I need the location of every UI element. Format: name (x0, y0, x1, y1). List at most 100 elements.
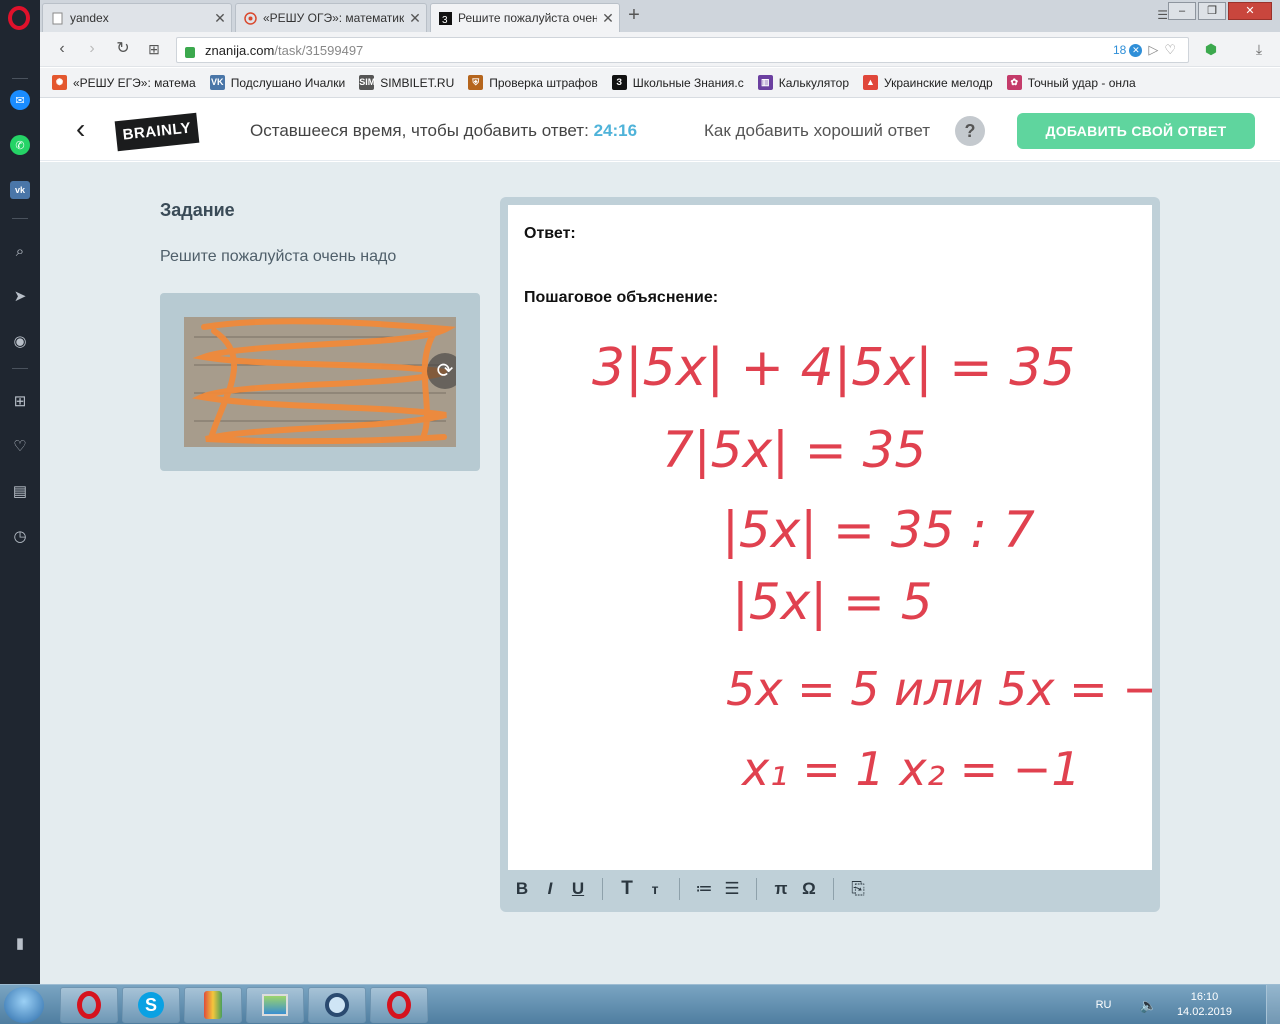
add-answer-button[interactable]: ДОБАВИТЬ СВОЙ ОТВЕТ (1017, 113, 1255, 149)
timer-value: 24:16 (593, 121, 638, 140)
editor-canvas[interactable]: Ответ: Пошаговое объяснение: 3|5x| + 4|5… (508, 205, 1152, 870)
bookmark-item[interactable]: ▲ Украинские мелодр (863, 75, 993, 90)
opera-logo-icon[interactable] (8, 6, 30, 30)
history-icon[interactable]: ◷ (9, 525, 31, 547)
sim-icon: SIM (359, 75, 375, 90)
bookmark-item[interactable]: SIM SIMBILET.RU (359, 75, 454, 90)
reload-icon[interactable]: ↻ (113, 40, 133, 60)
bookmark-item[interactable]: ▥ Калькулятор (757, 75, 849, 90)
close-tab-icon[interactable]: ✕ (209, 10, 231, 27)
back-arrow-icon[interactable]: ‹ (76, 115, 85, 143)
send-page-icon[interactable]: ▷ (1148, 42, 1158, 58)
close-tab-icon[interactable]: ✕ (597, 10, 619, 27)
taskbar-gallery[interactable] (246, 987, 304, 1023)
scribbled-photo (184, 317, 456, 447)
handwritten-solution: 3|5x| + 4|5x| = 35 7|5x| = 35 |5x| = 35 … (592, 338, 1152, 796)
main-content: Задание Решите пожалуйста очень надо ⟳ О… (40, 162, 1280, 984)
tabs-grid-icon[interactable]: ⊞ (144, 40, 164, 60)
toolbar-divider (679, 878, 680, 900)
bookmark-item[interactable]: ✿ Точный удар - онла (1006, 75, 1136, 90)
download-icon[interactable]: ⤓ (1250, 41, 1268, 59)
page-icon (52, 12, 63, 24)
opera-icon (387, 991, 411, 1019)
znanija-icon: 3 (439, 11, 452, 25)
speed-dial-icon[interactable]: ⊞ (9, 390, 31, 412)
toolbar-divider (833, 878, 834, 900)
tab-reshu-oge[interactable]: «РЕШУ ОГЭ»: математика ✕ (235, 3, 427, 32)
task-attachment-card: ⟳ (160, 293, 480, 471)
language-indicator[interactable]: RU (1096, 999, 1112, 1011)
attachment-icon[interactable]: ⎘ (849, 879, 867, 899)
clock[interactable]: 16:10 14.02.2019 (1177, 990, 1232, 1020)
vpn-icon[interactable]: ⬢ (1202, 41, 1220, 59)
bookmark-label: Украинские мелодр (884, 75, 993, 90)
bullet-list-icon[interactable]: ☰ (723, 879, 741, 899)
paint-icon (204, 991, 222, 1019)
bookmark-item[interactable]: ⛨ Проверка штрафов (468, 75, 598, 90)
reshu-icon (244, 11, 257, 25)
bookmark-label: Подслушано Ичалки (230, 75, 346, 90)
rotate-icon[interactable]: ⟳ (427, 353, 456, 389)
bookmark-item[interactable]: ✺ «РЕШУ ЕГЭ»: матема (52, 75, 196, 90)
show-desktop-button[interactable] (1266, 985, 1280, 1024)
task-attachment-image[interactable]: ⟳ (184, 317, 456, 447)
bookmark-item[interactable]: З Школьные Знания.c (611, 75, 744, 90)
solution-line-5: 5x = 5 или 5x = −5 (726, 662, 1152, 716)
url-path: /task/31599497 (274, 42, 364, 58)
underline-button[interactable]: U (569, 879, 587, 899)
gallery-icon (262, 994, 288, 1016)
lock-icon (185, 46, 195, 58)
taskbar-opera-2[interactable] (370, 987, 428, 1023)
taskbar-opera[interactable] (60, 987, 118, 1023)
messenger-icon[interactable]: ✉ (10, 90, 30, 110)
numbered-list-icon[interactable]: ≔ (695, 879, 713, 899)
close-tab-icon[interactable]: ✕ (404, 10, 426, 27)
italic-button[interactable]: I (541, 879, 559, 899)
forward-icon[interactable]: › (82, 40, 102, 60)
taskbar-skype[interactable]: S (122, 987, 180, 1023)
tab-title: yandex (70, 11, 109, 25)
help-question-icon[interactable]: ? (955, 116, 985, 146)
tab-znanija[interactable]: 3 Решите пожалуйста очень ✕ (430, 3, 620, 32)
tab-title: Решите пожалуйста очень (458, 11, 597, 25)
bold-button[interactable]: B (513, 879, 531, 899)
taskbar-paint[interactable] (184, 987, 242, 1023)
news-icon[interactable]: ▤ (9, 480, 31, 502)
send-icon[interactable]: ➤ (9, 285, 31, 307)
new-tab-button[interactable]: + (623, 5, 645, 27)
tab-yandex[interactable]: yandex ✕ (42, 3, 232, 32)
heading-small-button[interactable]: т (646, 881, 664, 897)
bookmark-item[interactable]: VK Подслушано Ичалки (209, 75, 346, 90)
znanija-icon: З (611, 75, 627, 90)
address-bar[interactable]: znanija.com /task/31599497 18 ✕ ▷ ♡ (176, 37, 1189, 63)
heading-large-button[interactable]: T (618, 878, 636, 900)
whatsapp-icon[interactable]: ✆ (10, 135, 30, 155)
pi-symbol-button[interactable]: π (772, 879, 790, 899)
restore-icon[interactable]: ❐ (1198, 2, 1226, 20)
sidebar-divider (12, 78, 28, 79)
sidebar-toggle-icon[interactable]: ▮ (9, 932, 31, 954)
close-window-icon[interactable]: ✕ (1228, 2, 1272, 20)
adblock-icon[interactable]: ✕ (1129, 43, 1143, 57)
volume-icon[interactable]: 🔈 (1140, 997, 1157, 1014)
bookmark-heart-icon[interactable]: ♡ (1164, 42, 1176, 58)
heart-icon[interactable]: ♡ (9, 435, 31, 457)
minimize-icon[interactable]: – (1168, 2, 1196, 20)
search-icon[interactable]: ⌕ (9, 240, 31, 262)
brainly-logo[interactable]: BRAINLY (114, 112, 200, 152)
bookmark-label: SIMBILET.RU (380, 75, 455, 90)
calculator-icon: ▥ (757, 75, 773, 90)
vk-icon[interactable]: vk (10, 181, 30, 199)
back-icon[interactable]: ‹ (52, 40, 72, 60)
taskbar-magnifier[interactable] (308, 987, 366, 1023)
tab-strip: yandex ✕ «РЕШУ ОГЭ»: математика ✕ 3 Реши… (40, 0, 1280, 32)
camera-icon[interactable]: ◉ (9, 330, 31, 352)
solution-line-4: |5x| = 5 (732, 573, 933, 631)
task-text: Решите пожалуйста очень надо (160, 248, 397, 265)
bookmark-label: Калькулятор (778, 75, 849, 90)
start-button[interactable] (4, 987, 44, 1023)
good-answer-help-link[interactable]: Как добавить хороший ответ (704, 121, 930, 141)
omega-symbol-button[interactable]: Ω (800, 879, 818, 899)
opera-icon (77, 991, 101, 1019)
toolbar-divider (756, 878, 757, 900)
